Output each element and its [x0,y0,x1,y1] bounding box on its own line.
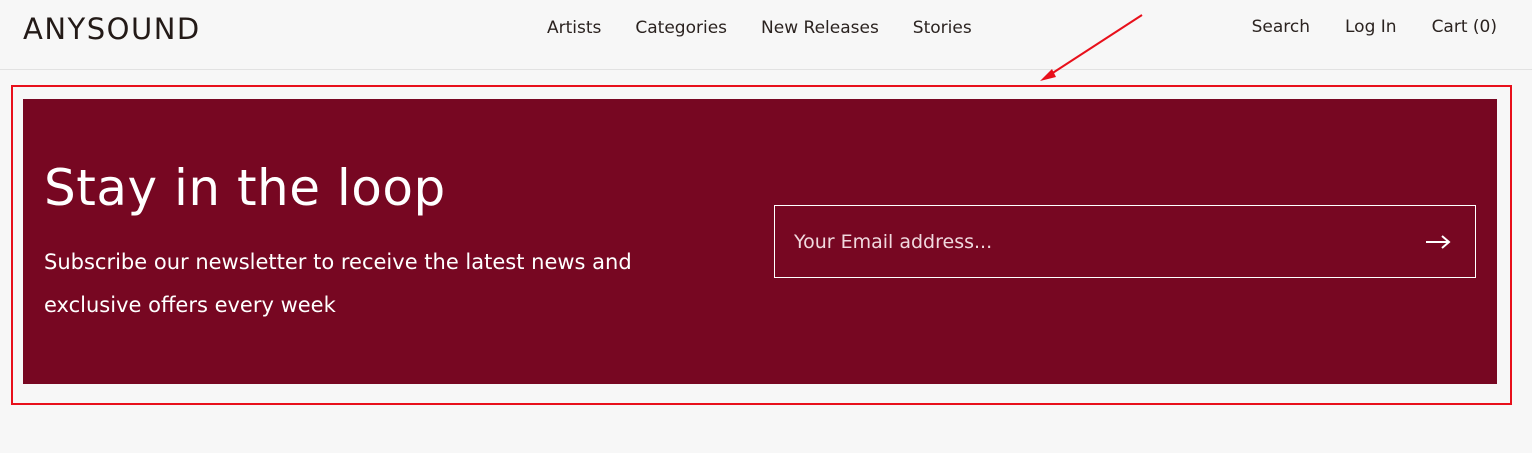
main-nav: Artists Categories New Releases Stories [547,17,1006,39]
utility-nav: Search Log In Cart (0) [1217,16,1497,38]
search-link[interactable]: Search [1252,16,1310,38]
site-logo[interactable]: ANYSOUND [23,12,201,46]
annotation-highlight-box [11,85,1512,405]
nav-artists[interactable]: Artists [547,17,601,39]
nav-categories[interactable]: Categories [635,17,727,39]
cart-link[interactable]: Cart (0) [1432,16,1497,38]
nav-new-releases[interactable]: New Releases [761,17,879,39]
nav-stories[interactable]: Stories [913,17,972,39]
site-header: ANYSOUND Artists Categories New Releases… [0,0,1532,70]
login-link[interactable]: Log In [1345,16,1397,38]
